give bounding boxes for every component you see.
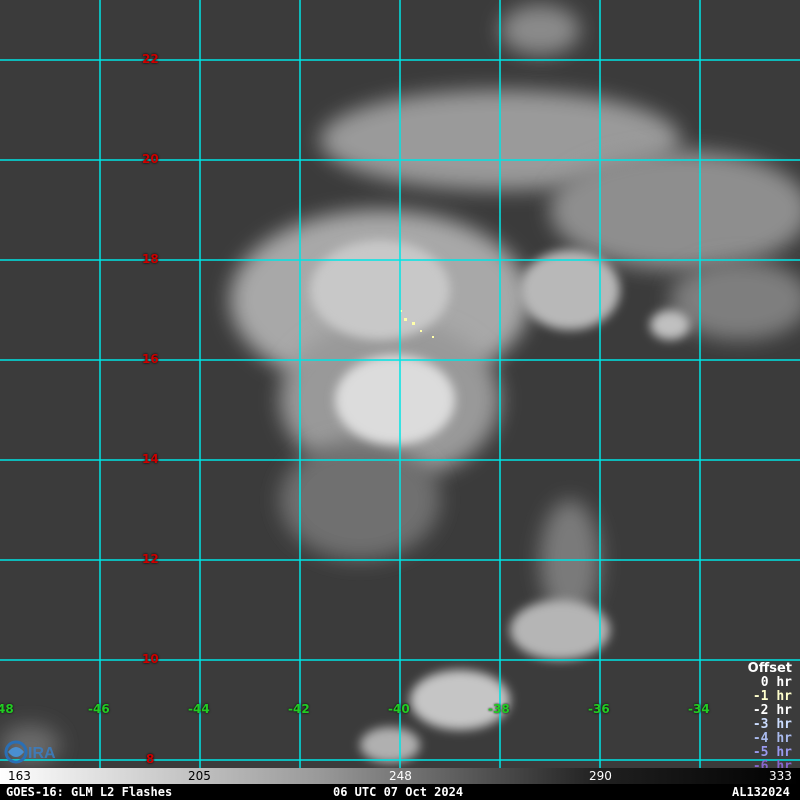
brightness-colorbar: 163 205 248 290 333 — [0, 768, 800, 784]
lon-label-42: -42 — [288, 702, 310, 716]
legend-entry: -1 hr — [752, 689, 792, 704]
cira-logo-icon: IRA — [4, 740, 56, 764]
lat-label-8: 8 — [146, 752, 155, 766]
lon-label-48: -48 — [0, 702, 14, 716]
legend-entry: -2 hr — [752, 703, 792, 718]
lat-label-10: 10 — [142, 652, 159, 666]
lat-label-22: 22 — [142, 52, 159, 66]
colorbar-tick: 290 — [589, 769, 612, 783]
lon-label-44: -44 — [188, 702, 210, 716]
satellite-imagery — [0, 0, 800, 768]
lat-label-20: 20 — [142, 152, 159, 166]
svg-text:IRA: IRA — [28, 745, 56, 762]
satellite-map: 22 20 18 16 14 12 10 8 -48 -46 -44 -42 -… — [0, 0, 800, 800]
lon-label-34: -34 — [688, 702, 710, 716]
colorbar-tick: 333 — [769, 769, 792, 783]
legend-entry: -3 hr — [752, 717, 792, 732]
storm-id: AL132024 — [732, 785, 790, 799]
product-label: GOES-16: GLM L2 Flashes — [6, 785, 173, 799]
lon-label-36: -36 — [588, 702, 610, 716]
legend-entry: 0 hr — [760, 675, 792, 690]
lon-label-38: -38 — [488, 702, 510, 716]
lon-label-40: -40 — [388, 702, 410, 716]
lat-label-12: 12 — [142, 552, 159, 566]
lon-label-46: -46 — [88, 702, 110, 716]
legend-title: Offset — [747, 661, 792, 676]
colorbar-tick: 248 — [389, 769, 412, 783]
legend-entry: -5 hr — [752, 745, 792, 760]
footer-bar: GOES-16: GLM L2 Flashes 06 UTC 07 Oct 20… — [0, 784, 800, 800]
lat-label-18: 18 — [142, 252, 159, 266]
lat-label-16: 16 — [142, 352, 159, 366]
colorbar-tick: 205 — [188, 769, 211, 783]
colorbar-tick: 163 — [8, 769, 31, 783]
offset-legend: Offset 0 hr -1 hr -2 hr -3 hr -4 hr -5 h… — [748, 662, 792, 774]
lat-label-14: 14 — [142, 452, 159, 466]
legend-entry: -4 hr — [752, 731, 792, 746]
timestamp: 06 UTC 07 Oct 2024 — [333, 785, 464, 799]
